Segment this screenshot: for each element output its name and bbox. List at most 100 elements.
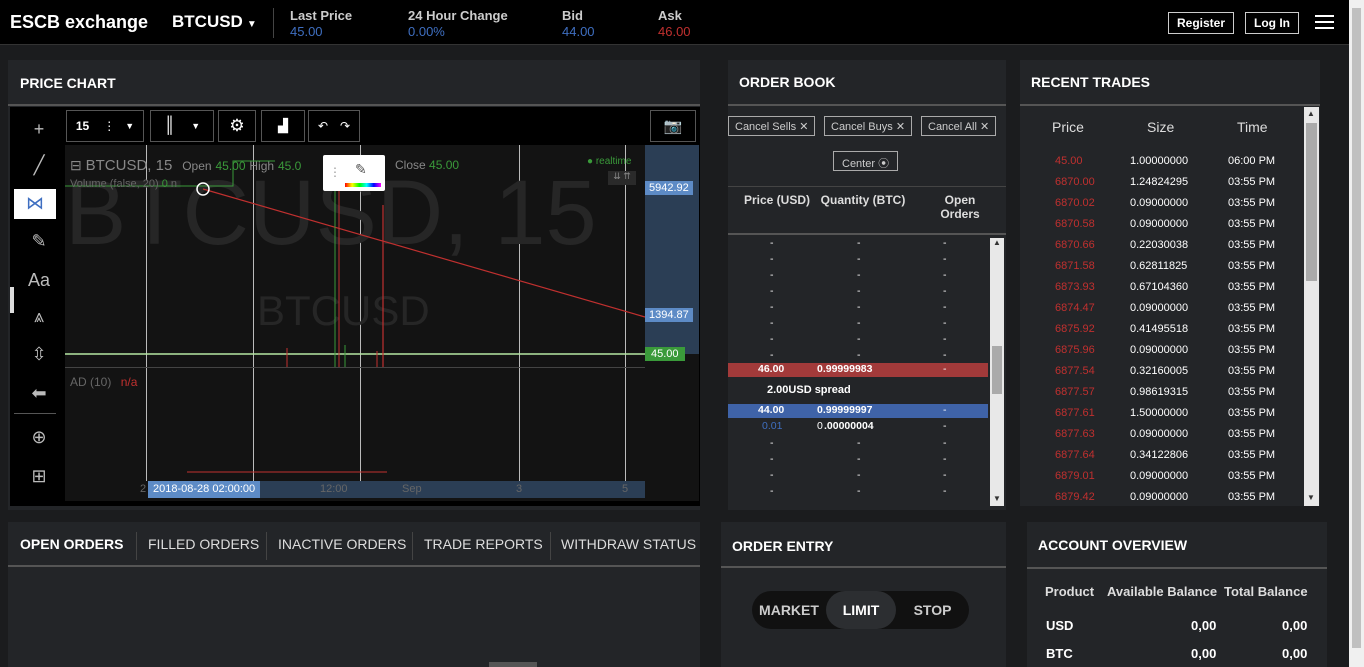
caret-down-icon: ▼ [125, 121, 135, 131]
col-product: Product [1045, 584, 1095, 599]
empty-cell: - [857, 237, 861, 249]
order-book-row[interactable]: --- [728, 285, 988, 299]
undo-redo-group[interactable]: ↶ ↷ [308, 110, 360, 142]
pencil-icon: ✎ [355, 161, 367, 177]
trade-price: 45.00 [1055, 155, 1083, 167]
resize-handle[interactable] [489, 662, 537, 667]
price-chart-svg [65, 160, 646, 473]
empty-cell: - [943, 301, 947, 313]
trade-size: 0.34122806 [1130, 449, 1189, 461]
bid-row[interactable]: 0.01 0.00000004- [728, 420, 988, 434]
trade-row: 6877.54 0.32160005 03:55 PM [1030, 365, 1302, 386]
plot-area[interactable]: BTCUSD, 15 BTCUSD ⊟ BTCUSD, 15 Open 45.0… [65, 145, 699, 501]
close-icon: ✕ [979, 121, 990, 133]
limit-button[interactable]: LIMIT [826, 591, 896, 629]
trade-time: 03:55 PM [1228, 281, 1276, 293]
text-tool-icon[interactable]: Aa [20, 270, 58, 291]
caret-down-icon: ▼ [246, 19, 257, 30]
undo-icon: ↶ [317, 119, 328, 133]
tab-open-orders[interactable]: OPEN ORDERS [20, 536, 123, 552]
divider [8, 104, 700, 106]
tab-filled-orders[interactable]: FILLED ORDERS [148, 536, 259, 552]
pair-selector[interactable]: BTCUSD ▼ [172, 12, 257, 32]
empty-cell: - [943, 317, 947, 329]
order-book-row[interactable]: --- [728, 253, 988, 267]
candle-type-selector[interactable]: ║ ▼ [150, 110, 214, 142]
scroll-down-icon: ▼ [1307, 493, 1315, 502]
measure-icon[interactable]: ⇳ [20, 344, 58, 365]
trade-time: 03:55 PM [1228, 302, 1276, 314]
order-book-row[interactable]: --- [728, 349, 988, 363]
register-button[interactable]: Register [1168, 12, 1235, 34]
arrow-left-icon[interactable]: ⬅ [20, 383, 58, 404]
empty-cell: - [943, 253, 947, 265]
trade-price: 6877.64 [1055, 449, 1095, 461]
order-book-scrollbar[interactable]: ▲ ▼ [990, 238, 1004, 506]
trade-row: 6870.02 0.09000000 03:55 PM [1030, 197, 1302, 218]
collapse-handle[interactable] [10, 287, 14, 313]
brush-icon[interactable]: ✎ [20, 231, 58, 252]
account-overview-title: ACCOUNT OVERVIEW [1038, 537, 1188, 553]
order-type-toggle[interactable]: MARKET LIMIT STOP [752, 591, 969, 629]
trade-time: 03:55 PM [1228, 176, 1276, 188]
close-icon: ✕ [895, 121, 906, 133]
trade-row: 6874.47 0.09000000 03:55 PM [1030, 302, 1302, 323]
caret-down-icon: ▼ [191, 121, 201, 131]
cancel-all-button[interactable]: Cancel All ✕ [921, 116, 997, 136]
trade-size: 0.09000000 [1130, 428, 1189, 440]
recent-trades-title: RECENT TRADES [1031, 74, 1151, 90]
order-book-row[interactable]: --- [728, 437, 988, 451]
indicators-icon[interactable]: ▟ [261, 110, 305, 142]
order-book-row[interactable]: --- [728, 333, 988, 347]
empty-cell: - [943, 485, 947, 497]
cancel-buys-button[interactable]: Cancel Buys ✕ [824, 116, 913, 136]
tab-inactive-orders[interactable]: INACTIVE ORDERS [278, 536, 406, 552]
zoom-in-icon[interactable]: ⊕ [20, 427, 58, 448]
product-usd: USD [1046, 618, 1074, 633]
trade-time: 03:55 PM [1228, 386, 1276, 398]
stop-button[interactable]: STOP [896, 591, 969, 629]
crosshair-icon[interactable]: + [20, 119, 58, 140]
product-btc: BTC [1046, 646, 1073, 661]
order-book-row[interactable]: --- [728, 317, 988, 331]
empty-cell: - [857, 469, 861, 481]
empty-cell: - [857, 485, 861, 497]
market-button[interactable]: MARKET [752, 591, 826, 629]
cancel-sells-button[interactable]: Cancel Sells ✕ [728, 116, 816, 136]
trade-size: 0.09000000 [1130, 218, 1189, 230]
chart-area[interactable]: 15 ⋮ ▼ ║ ▼ ⚙ ▟ ↶ ↷ 📷 + ╱ ⋈ ✎ Aa ⩓ ⇳ ⬅ ⊕ ⊞ BT… [10, 107, 700, 506]
order-book-row[interactable]: --- [728, 237, 988, 251]
color-strip[interactable] [345, 183, 381, 187]
ask-row[interactable]: 46.00 0.99999983- [728, 363, 988, 377]
order-book-row[interactable]: --- [728, 301, 988, 315]
bid-row[interactable]: 44.00 0.99999997- [728, 404, 988, 418]
trendline-icon[interactable]: ╱ [20, 155, 58, 176]
drawing-toolbar[interactable]: ⋮ ✎ [323, 155, 385, 191]
tab-trade-reports[interactable]: TRADE REPORTS [424, 536, 543, 552]
fib-tool-icon[interactable]: ⋈ [14, 189, 56, 219]
login-button[interactable]: Log In [1245, 12, 1299, 34]
order-book-row[interactable]: --- [728, 485, 988, 499]
center-button[interactable]: Center ⦿ [833, 151, 899, 171]
trade-size: 0.98619315 [1130, 386, 1189, 398]
settings-gear-icon[interactable]: ⚙ [218, 110, 256, 142]
scale-buttons[interactable]: ⇊ ⇈ [608, 171, 636, 185]
ruler-icon[interactable]: ⊞ [20, 466, 58, 487]
trade-row: 6870.58 0.09000000 03:55 PM [1030, 218, 1302, 239]
order-book-row[interactable]: --- [728, 469, 988, 483]
available-usd: 0,00 [1191, 618, 1217, 633]
page-scrollbar[interactable] [1349, 0, 1364, 667]
hamburger-menu-icon[interactable] [1315, 15, 1334, 33]
trade-time: 03:55 PM [1228, 239, 1276, 251]
col-quantity: Quantity (BTC) [820, 193, 906, 207]
order-book-row[interactable]: --- [728, 269, 988, 283]
pattern-icon[interactable]: ⩓ [20, 306, 58, 327]
recent-trades-scrollbar[interactable]: ▲ ▼ [1304, 107, 1319, 506]
camera-icon[interactable]: 📷 [650, 110, 696, 142]
trade-price: 6877.61 [1055, 407, 1095, 419]
tab-withdraw-status[interactable]: WITHDRAW STATUS [561, 536, 696, 552]
col-price: Price [1052, 119, 1084, 135]
interval-selector[interactable]: 15 ⋮ ▼ [66, 110, 144, 142]
total-usd: 0,00 [1282, 618, 1308, 633]
order-book-row[interactable]: --- [728, 453, 988, 467]
